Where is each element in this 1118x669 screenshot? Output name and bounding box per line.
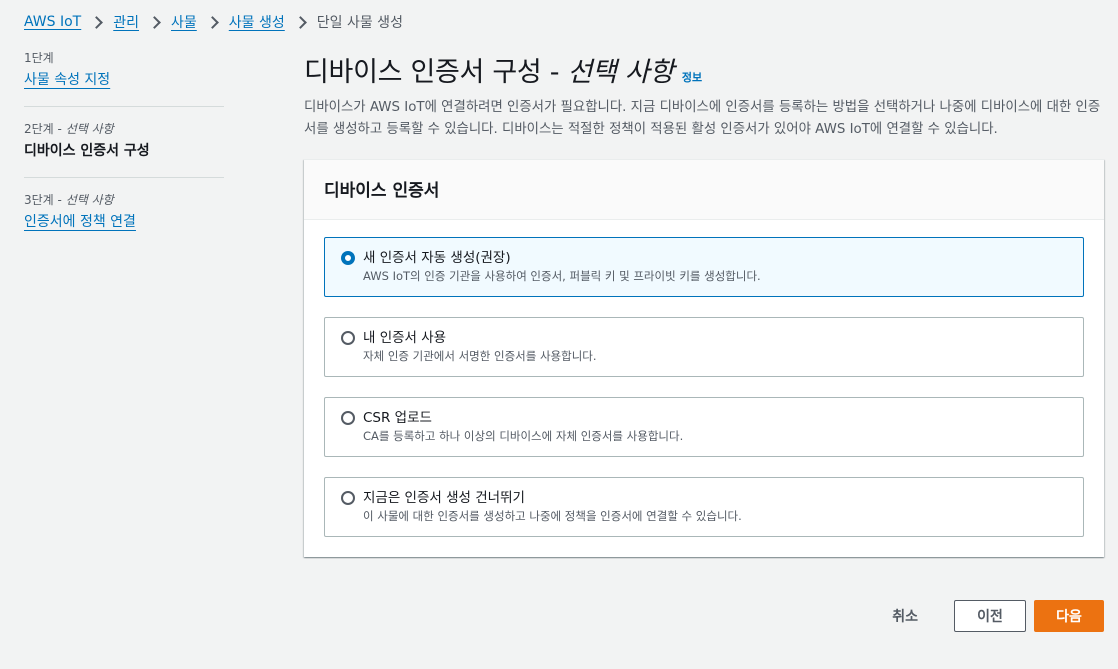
step-1-link[interactable]: 사물 속성 지정 (24, 70, 110, 90)
breadcrumb-create-things[interactable]: 사물 생성 (229, 12, 285, 32)
cancel-button[interactable]: 취소 (872, 600, 938, 632)
option-label: CSR 업로드 (363, 410, 432, 426)
breadcrumb: AWS IoT 관리 사물 사물 생성 단일 사물 생성 (24, 12, 403, 32)
chevron-right-icon (149, 12, 161, 32)
main-content: 디바이스 인증서 구성 - 선택 사항 정보 디바이스가 AWS IoT에 연결… (304, 50, 1104, 557)
breadcrumb-aws-iot[interactable]: AWS IoT (24, 14, 81, 30)
step-2-number: 2단계 - 선택 사항 (24, 122, 114, 136)
option-label: 지금은 인증서 생성 건너뛰기 (363, 490, 525, 506)
step-3-number: 3단계 - 선택 사항 (24, 193, 114, 207)
option-skip-certificate[interactable]: 지금은 인증서 생성 건너뛰기 이 사물에 대한 인증서를 생성하고 나중에 정… (324, 477, 1084, 537)
option-label: 새 인증서 자동 생성(권장) (363, 250, 511, 266)
radio-unchecked-icon[interactable] (341, 411, 355, 425)
panel-title: 디바이스 인증서 (324, 181, 440, 201)
option-description: CA를 등록하고 하나 이상의 디바이스에 자체 인증서를 사용합니다. (363, 429, 684, 443)
option-auto-generate[interactable]: 새 인증서 자동 생성(권장) AWS IoT의 인증 기관을 사용하여 인증서… (324, 237, 1084, 297)
info-link[interactable]: 정보 (682, 69, 702, 85)
option-label: 내 인증서 사용 (363, 330, 447, 346)
option-description: AWS IoT의 인증 기관을 사용하여 인증서, 퍼블릭 키 및 프라이빗 키… (363, 269, 761, 283)
wizard-steps: 1단계 사물 속성 지정 2단계 - 선택 사항 디바이스 인증서 구성 3단계… (24, 50, 224, 248)
previous-button[interactable]: 이전 (954, 600, 1026, 632)
next-button[interactable]: 다음 (1034, 600, 1104, 632)
wizard-actions: 취소 이전 다음 (872, 600, 1104, 632)
page-description: 디바이스가 AWS IoT에 연결하려면 인증서가 필요합니다. 지금 디바이스… (304, 100, 1101, 137)
option-upload-csr[interactable]: CSR 업로드 CA를 등록하고 하나 이상의 디바이스에 자체 인증서를 사용… (324, 397, 1084, 457)
panel-header: 디바이스 인증서 (304, 160, 1104, 220)
breadcrumb-current: 단일 사물 생성 (316, 15, 403, 31)
breadcrumb-manage[interactable]: 관리 (113, 12, 139, 32)
chevron-right-icon (91, 12, 103, 32)
breadcrumb-things[interactable]: 사물 (171, 12, 197, 32)
option-description: 이 사물에 대한 인증서를 생성하고 나중에 정책을 인증서에 연결할 수 있습… (363, 509, 742, 523)
step-2-label: 디바이스 인증서 구성 (24, 143, 150, 159)
step-1-number: 1단계 (24, 51, 54, 65)
radio-unchecked-icon[interactable] (341, 331, 355, 345)
page-title: 디바이스 인증서 구성 - 선택 사항 (304, 57, 674, 88)
step-2: 2단계 - 선택 사항 디바이스 인증서 구성 (24, 106, 224, 177)
option-description: 자체 인증 기관에서 서명한 인증서를 사용합니다. (363, 349, 597, 363)
option-use-my-certificate[interactable]: 내 인증서 사용 자체 인증 기관에서 서명한 인증서를 사용합니다. (324, 317, 1084, 377)
radio-group: 새 인증서 자동 생성(권장) AWS IoT의 인증 기관을 사용하여 인증서… (304, 220, 1104, 557)
device-certificate-panel: 디바이스 인증서 새 인증서 자동 생성(권장) AWS IoT의 인증 기관을… (304, 159, 1104, 557)
chevron-right-icon (295, 12, 307, 32)
step-1: 1단계 사물 속성 지정 (24, 50, 224, 106)
radio-unchecked-icon[interactable] (341, 491, 355, 505)
title-row: 디바이스 인증서 구성 - 선택 사항 정보 (304, 50, 1104, 89)
step-3-link[interactable]: 인증서에 정책 연결 (24, 212, 136, 232)
chevron-right-icon (207, 12, 219, 32)
step-3: 3단계 - 선택 사항 인증서에 정책 연결 (24, 177, 224, 248)
radio-checked-icon[interactable] (341, 251, 355, 265)
